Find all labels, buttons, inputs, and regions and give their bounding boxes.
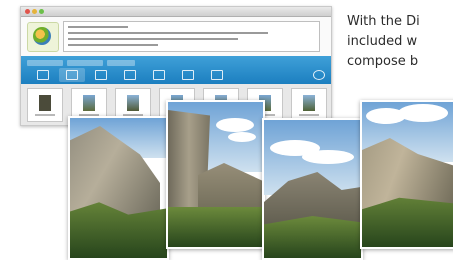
toolbar-button-icon[interactable]	[211, 70, 223, 80]
caption-line: compose b	[347, 54, 419, 69]
yosemite-photo-3	[262, 118, 363, 260]
text-line	[68, 44, 158, 46]
description-text: With the Di included w compose b	[347, 12, 453, 72]
text-line	[68, 38, 238, 40]
caption-line: With the Di	[347, 14, 420, 29]
thumbnail[interactable]	[27, 88, 63, 122]
yosemite-photo-2	[166, 100, 265, 249]
window-close-icon[interactable]	[25, 9, 30, 14]
toolbar-button-icon[interactable]	[182, 70, 194, 80]
toolbar	[21, 56, 331, 84]
window-titlebar	[21, 7, 331, 17]
toolbar-button-icon[interactable]	[37, 70, 49, 80]
yosemite-photo-4	[360, 100, 453, 249]
app-logo-icon	[27, 22, 59, 52]
thumbnail[interactable]	[291, 88, 327, 122]
window-zoom-icon[interactable]	[39, 9, 44, 14]
toolbar-button-icon[interactable]	[66, 70, 78, 80]
toolbar-button-icon[interactable]	[153, 70, 165, 80]
window-minimize-icon[interactable]	[32, 9, 37, 14]
text-line	[68, 32, 268, 34]
yosemite-photo-1	[68, 116, 169, 260]
toolbar-button-icon[interactable]	[95, 70, 107, 80]
toolbar-info-icon[interactable]	[313, 70, 325, 80]
text-line	[68, 26, 128, 28]
caption-line: included w	[347, 34, 418, 49]
description-text-area[interactable]	[63, 21, 320, 52]
toolbar-tab[interactable]	[67, 60, 103, 66]
toolbar-tab[interactable]	[107, 60, 135, 66]
toolbar-tab[interactable]	[27, 60, 63, 66]
toolbar-button-icon[interactable]	[124, 70, 136, 80]
app-header	[21, 17, 331, 57]
